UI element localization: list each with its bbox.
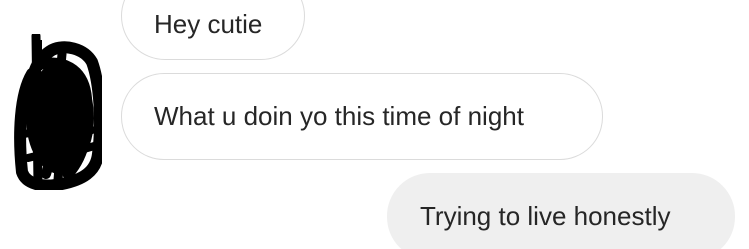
message-text: What u doin yo this time of night	[154, 101, 524, 131]
message-text: Hey cutie	[154, 8, 263, 39]
incoming-message-bubble[interactable]: Hey cutie	[121, 0, 305, 60]
redacted-avatar	[14, 34, 102, 190]
incoming-message-bubble[interactable]: What u doin yo this time of night	[121, 73, 603, 160]
message-thread: Hey cutie What u doin yo this time of ni…	[0, 0, 749, 249]
outgoing-message-bubble[interactable]: Trying to live honestly	[387, 173, 735, 249]
message-text: Trying to live honestly	[420, 200, 671, 231]
